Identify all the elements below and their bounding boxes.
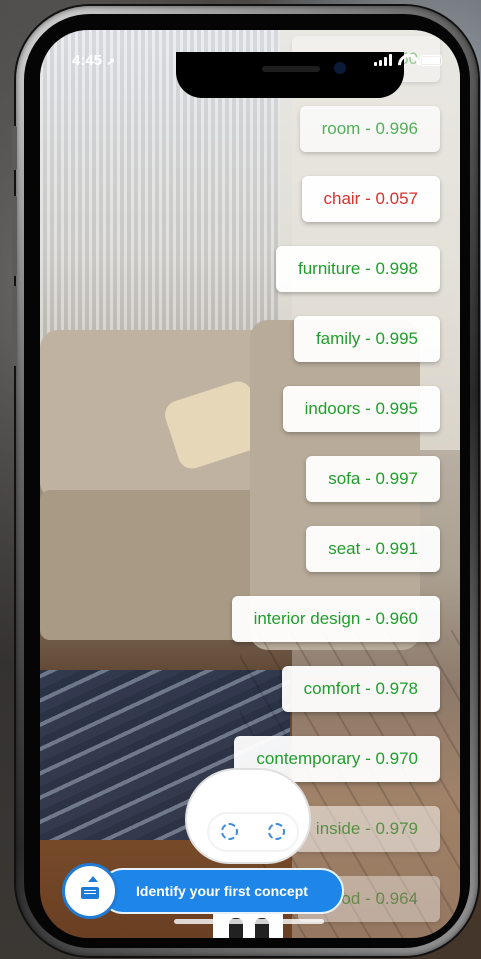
camera-screen[interactable]: 4:45 ➚ house - 0.950room - 0.996chair - …	[40, 30, 460, 938]
notch	[176, 52, 404, 98]
status-time: 4:45 ➚	[72, 52, 115, 69]
home-indicator[interactable]	[174, 919, 324, 924]
robot-head	[185, 768, 311, 864]
wifi-icon	[398, 54, 414, 66]
concept-chip[interactable]: room - 0.996	[299, 106, 440, 152]
robot-eye-icon	[268, 823, 285, 840]
speaker-grille	[262, 66, 320, 72]
concept-chip[interactable]: interior design - 0.960	[231, 596, 440, 642]
volume-up-button	[12, 196, 17, 276]
keyboard-button[interactable]	[62, 863, 118, 919]
cta-text: Identify your first concept	[136, 883, 308, 899]
status-icons	[374, 54, 442, 66]
identify-concept-label[interactable]: Identify your first concept	[100, 868, 344, 914]
concept-chip[interactable]: comfort - 0.978	[281, 666, 440, 712]
location-arrow-icon: ➚	[106, 56, 116, 68]
concept-chip[interactable]: family - 0.995	[293, 316, 440, 362]
robot-visor	[207, 812, 299, 852]
concept-chip[interactable]: indoors - 0.995	[282, 386, 440, 432]
time-label: 4:45	[72, 52, 103, 69]
concept-chip[interactable]: sofa - 0.997	[306, 456, 440, 502]
robot-eye-icon	[221, 823, 238, 840]
concept-chip[interactable]: chair - 0.057	[301, 176, 440, 222]
concept-chip[interactable]: furniture - 0.998	[275, 246, 440, 292]
concept-chip[interactable]: seat - 0.991	[306, 526, 440, 572]
front-camera	[334, 62, 346, 74]
cellular-signal-icon	[374, 54, 392, 66]
concept-chip[interactable]: inside - 0.979	[293, 806, 440, 852]
identify-concept-button[interactable]: Identify your first concept	[62, 863, 344, 919]
chevron-up-icon	[88, 876, 98, 882]
battery-icon	[420, 54, 442, 66]
volume-down-button	[12, 286, 17, 366]
silent-switch	[12, 126, 17, 170]
keyboard-icon	[81, 887, 99, 899]
